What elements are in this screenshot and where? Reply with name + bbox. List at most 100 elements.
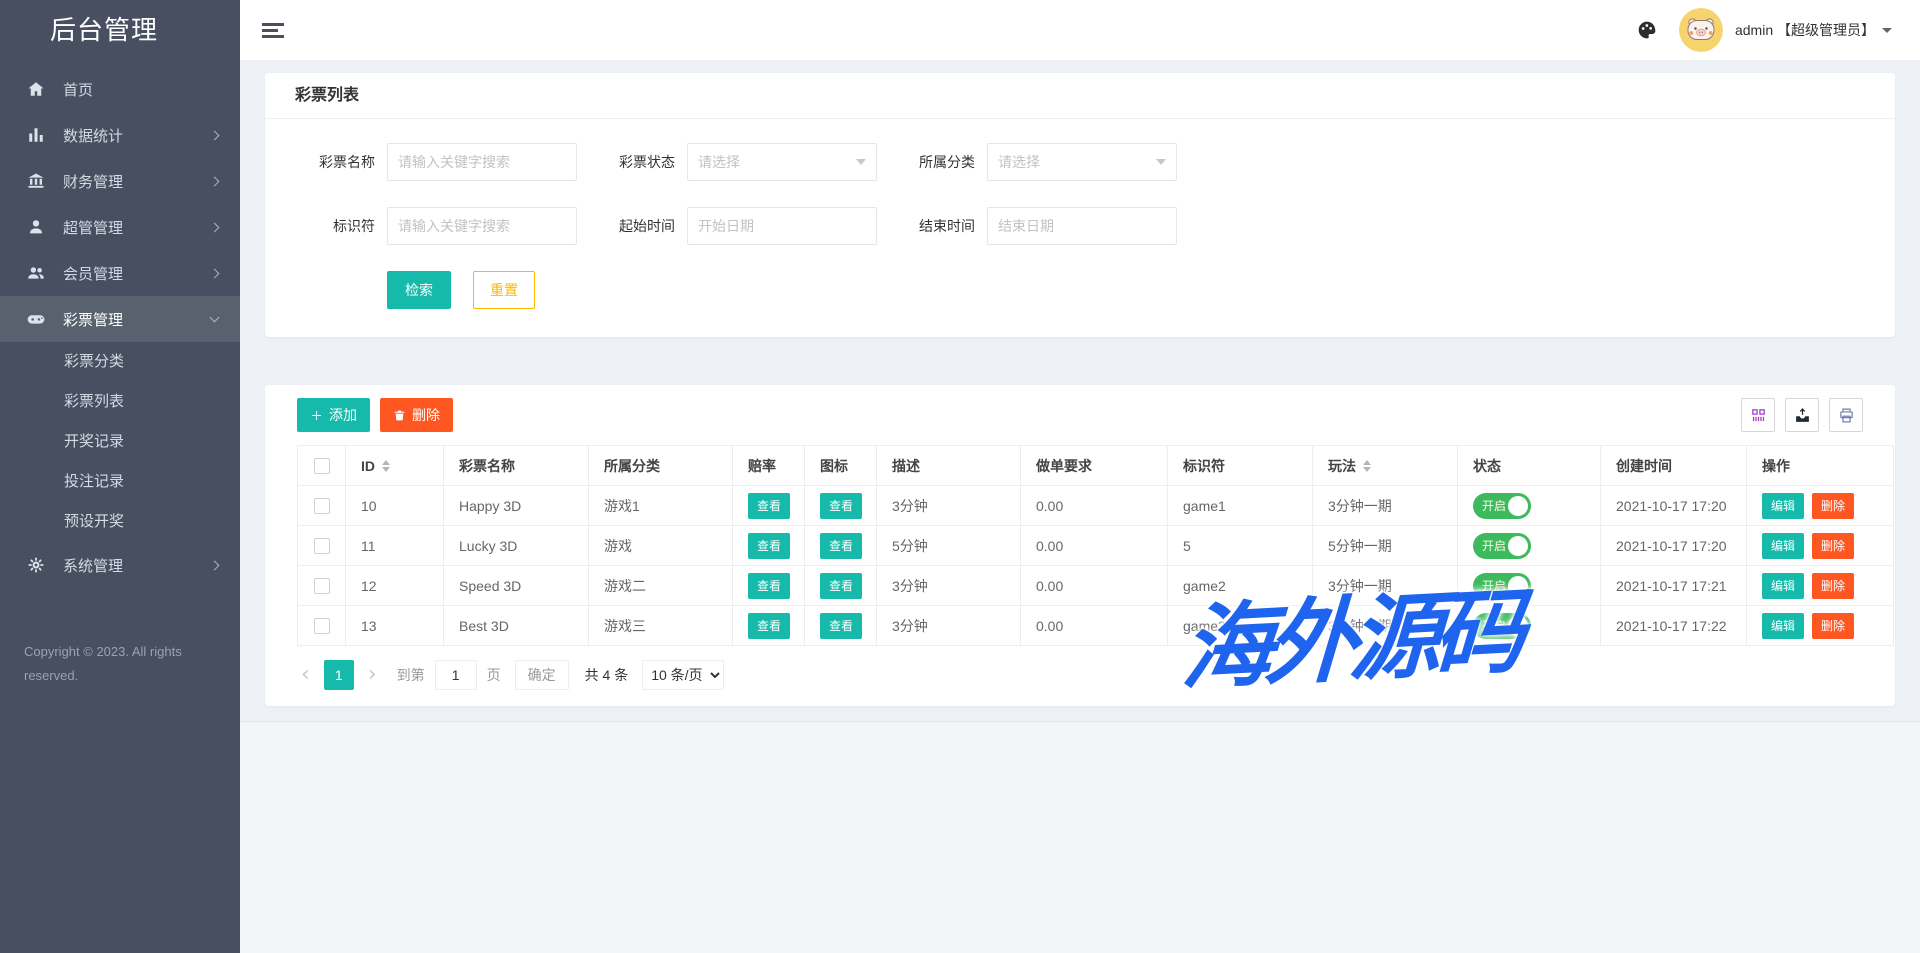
row-delete-button[interactable]: 删除 — [1812, 613, 1854, 639]
filter-columns-button[interactable] — [1741, 398, 1775, 432]
row-delete-button[interactable]: 删除 — [1812, 573, 1854, 599]
cell-name: Lucky 3D — [444, 526, 589, 566]
cell-id: 10 — [346, 486, 444, 526]
goto-confirm-button[interactable]: 确定 — [515, 660, 569, 690]
next-page-button[interactable]: › — [364, 664, 381, 686]
cell-created: 2021-10-17 17:21 — [1601, 566, 1747, 606]
edit-button[interactable]: 编辑 — [1762, 573, 1804, 599]
cell-play: 3分钟一期 — [1313, 606, 1458, 646]
row-checkbox[interactable] — [314, 578, 330, 594]
avatar[interactable] — [1679, 8, 1723, 52]
cell-name: Happy 3D — [444, 486, 589, 526]
cell-created: 2021-10-17 17:20 — [1601, 486, 1747, 526]
user-menu[interactable]: admin 【超级管理员】 — [1735, 20, 1892, 40]
chevron-down-icon — [856, 159, 866, 165]
page-unit-label: 页 — [487, 665, 501, 685]
identifier-input[interactable] — [387, 207, 577, 245]
status-toggle[interactable]: 开启 — [1473, 493, 1531, 519]
row-checkbox[interactable] — [314, 498, 330, 514]
sidebar-item-system[interactable]: 系统管理 — [0, 542, 240, 588]
page-size-select[interactable]: 10 条/页 — [642, 660, 724, 690]
gamepad-icon — [26, 309, 46, 329]
users-icon — [26, 263, 46, 283]
status-toggle[interactable]: 开启 — [1473, 573, 1531, 599]
col-id[interactable]: ID — [346, 446, 444, 486]
chevron-right-icon — [210, 176, 220, 186]
table-row: 10 Happy 3D 游戏1 查看 查看 3分钟 0.00 game1 3分钟… — [298, 486, 1894, 526]
page-background — [240, 722, 1920, 953]
cell-play: 3分钟一期 — [1313, 486, 1458, 526]
view-odds-button[interactable]: 查看 — [748, 573, 790, 599]
edit-button[interactable]: 编辑 — [1762, 493, 1804, 519]
cell-name: Speed 3D — [444, 566, 589, 606]
theme-palette-icon[interactable] — [1637, 20, 1657, 40]
row-delete-button[interactable]: 删除 — [1812, 493, 1854, 519]
start-date-input[interactable] — [687, 207, 877, 245]
print-icon — [1838, 407, 1855, 424]
view-odds-button[interactable]: 查看 — [748, 613, 790, 639]
sidebar-subitem-preset-draw[interactable]: 预设开奖 — [0, 502, 240, 542]
cell-category: 游戏 — [589, 526, 733, 566]
status-toggle[interactable]: 开启 — [1473, 533, 1531, 559]
sidebar-subitem-lottery-category[interactable]: 彩票分类 — [0, 342, 240, 382]
row-delete-button[interactable]: 删除 — [1812, 533, 1854, 559]
col-desc: 描述 — [877, 446, 1021, 486]
select-placeholder: 请选择 — [698, 152, 740, 172]
current-page[interactable]: 1 — [324, 660, 354, 690]
cell-created: 2021-10-17 17:22 — [1601, 606, 1747, 646]
sidebar-item-label: 会员管理 — [63, 263, 211, 284]
reset-button[interactable]: 重置 — [473, 271, 535, 309]
content: 彩票列表 彩票名称 彩票状态 请选择 所属分类 — [240, 60, 1920, 722]
view-icon-button[interactable]: 查看 — [820, 533, 862, 559]
print-button[interactable] — [1829, 398, 1863, 432]
search-button[interactable]: 检索 — [387, 271, 451, 309]
sidebar-item-lottery[interactable]: 彩票管理 — [0, 296, 240, 342]
sidebar-item-superadmin[interactable]: 超管管理 — [0, 204, 240, 250]
user-icon — [26, 217, 46, 237]
sidebar-item-statistics[interactable]: 数据统计 — [0, 112, 240, 158]
lottery-name-input[interactable] — [387, 143, 577, 181]
view-icon-button[interactable]: 查看 — [820, 613, 862, 639]
cell-identifier: game3 — [1168, 606, 1313, 646]
app-title: 后台管理 — [0, 0, 240, 60]
cell-desc: 3分钟 — [877, 486, 1021, 526]
row-checkbox[interactable] — [314, 618, 330, 634]
main-area: admin 【超级管理员】 彩票列表 彩票名称 彩票状态 请选择 — [240, 0, 1920, 953]
sidebar-subitem-lottery-list[interactable]: 彩票列表 — [0, 382, 240, 422]
category-select[interactable]: 请选择 — [987, 143, 1177, 181]
goto-page-input[interactable] — [435, 660, 477, 690]
cell-play: 3分钟一期 — [1313, 566, 1458, 606]
edit-button[interactable]: 编辑 — [1762, 613, 1804, 639]
sidebar-subitem-draw-records[interactable]: 开奖记录 — [0, 422, 240, 462]
prev-page-button[interactable]: ‹ — [297, 664, 314, 686]
chevron-down-icon — [1156, 159, 1166, 165]
status-toggle[interactable]: 开启 — [1473, 613, 1531, 639]
select-placeholder: 请选择 — [998, 152, 1040, 172]
chevron-right-icon — [210, 222, 220, 232]
view-odds-button[interactable]: 查看 — [748, 533, 790, 559]
edit-button[interactable]: 编辑 — [1762, 533, 1804, 559]
sidebar-subitem-bet-records[interactable]: 投注记录 — [0, 462, 240, 502]
view-icon-button[interactable]: 查看 — [820, 493, 862, 519]
col-created: 创建时间 — [1601, 446, 1747, 486]
view-icon-button[interactable]: 查看 — [820, 573, 862, 599]
end-date-input[interactable] — [987, 207, 1177, 245]
sort-icon — [382, 460, 390, 472]
view-odds-button[interactable]: 查看 — [748, 493, 790, 519]
search-card: 彩票列表 彩票名称 彩票状态 请选择 所属分类 — [265, 73, 1895, 337]
sidebar-item-members[interactable]: 会员管理 — [0, 250, 240, 296]
sidebar-item-finance[interactable]: 财务管理 — [0, 158, 240, 204]
export-button[interactable] — [1785, 398, 1819, 432]
col-play[interactable]: 玩法 — [1313, 446, 1458, 486]
sidebar-item-home[interactable]: 首页 — [0, 66, 240, 112]
select-all-checkbox[interactable] — [314, 458, 330, 474]
add-button[interactable]: 添加 — [297, 398, 370, 432]
collapse-sidebar-icon[interactable] — [262, 20, 286, 41]
cell-id: 11 — [346, 526, 444, 566]
delete-button[interactable]: 删除 — [380, 398, 453, 432]
lottery-submenu: 彩票分类 彩票列表 开奖记录 投注记录 预设开奖 — [0, 342, 240, 542]
total-count: 共 4 条 — [585, 665, 629, 685]
lottery-status-select[interactable]: 请选择 — [687, 143, 877, 181]
row-checkbox[interactable] — [314, 538, 330, 554]
table-row: 13 Best 3D 游戏三 查看 查看 3分钟 0.00 game3 3分钟一… — [298, 606, 1894, 646]
